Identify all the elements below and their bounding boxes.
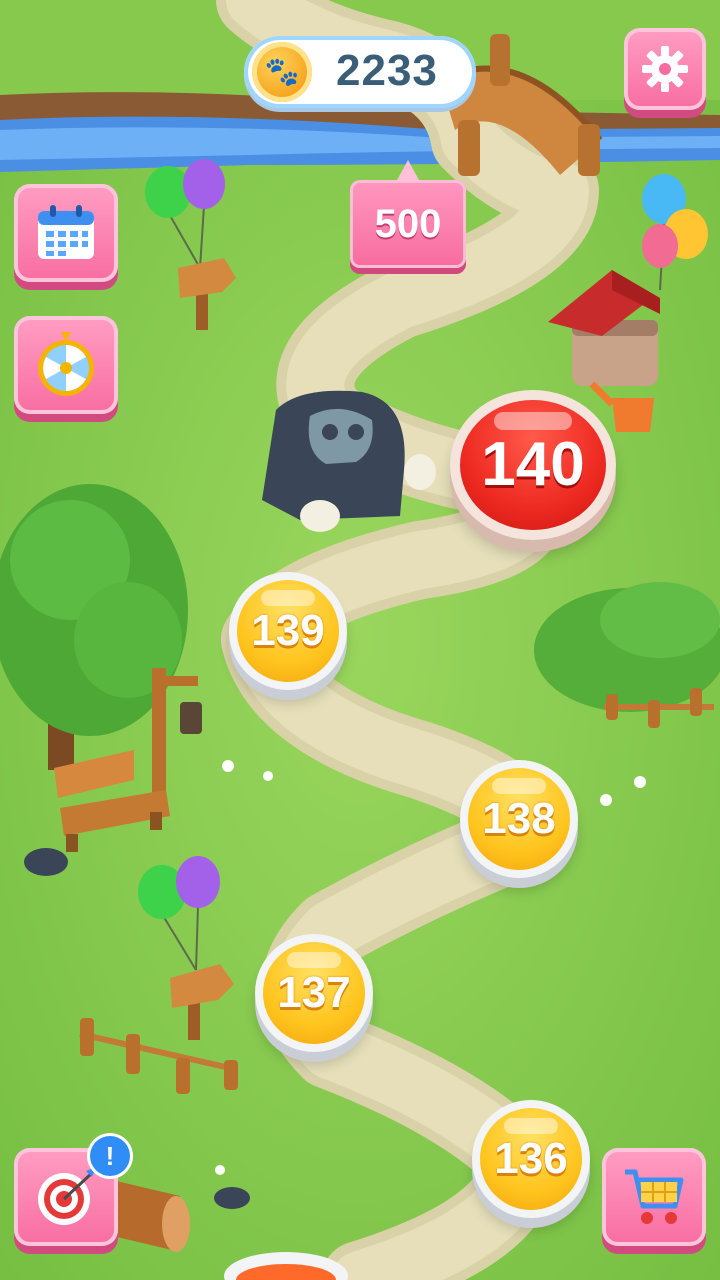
shopping-cart-icon bbox=[602, 1148, 706, 1246]
reward-milestone[interactable]: 500 bbox=[350, 160, 466, 268]
level-node-137[interactable]: 137 bbox=[255, 934, 373, 1052]
wheel-icon bbox=[14, 316, 118, 414]
level-number: 139 bbox=[251, 606, 325, 655]
level-number: 137 bbox=[277, 968, 351, 1017]
paw-coin-icon: 🐾 bbox=[252, 42, 312, 102]
settings-button[interactable] bbox=[624, 28, 706, 110]
level-node-current[interactable]: 140 bbox=[450, 390, 616, 540]
reward-value: 500 bbox=[374, 202, 442, 246]
level-number: 136 bbox=[494, 1134, 568, 1183]
coin-count: 2233 bbox=[336, 46, 438, 95]
level-node-138[interactable]: 138 bbox=[460, 760, 578, 878]
level-number: 140 bbox=[481, 430, 585, 499]
level-node-139[interactable]: 139 bbox=[229, 572, 347, 690]
lucky-wheel-button[interactable] bbox=[14, 316, 118, 414]
notification-badge: ! bbox=[90, 1136, 130, 1176]
gear-icon bbox=[624, 28, 706, 110]
calendar-button[interactable] bbox=[14, 184, 118, 282]
shop-button[interactable] bbox=[602, 1148, 706, 1246]
level-map: 🐾 2233 500 140 139 138 137 136 ! bbox=[0, 0, 720, 1280]
level-number: 138 bbox=[482, 794, 556, 843]
coin-balance: 🐾 2233 bbox=[244, 36, 476, 108]
level-node-136[interactable]: 136 bbox=[472, 1100, 590, 1218]
calendar-icon bbox=[14, 184, 118, 282]
